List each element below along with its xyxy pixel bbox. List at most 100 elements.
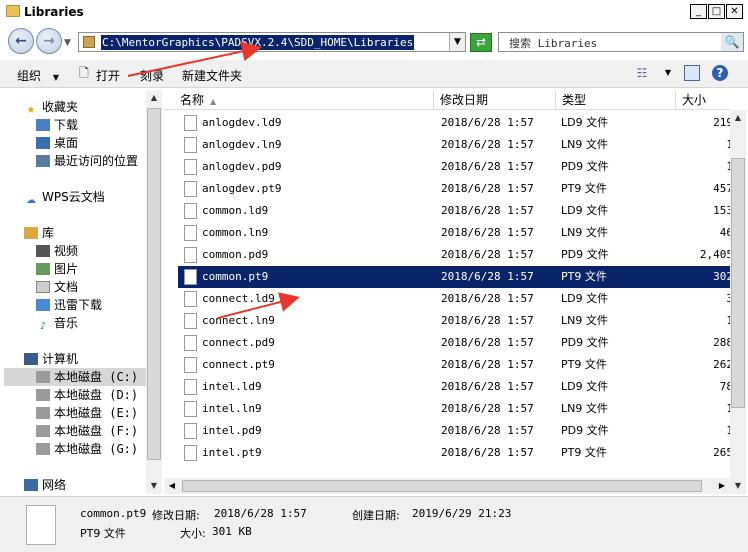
burn-button[interactable]: 刻录 <box>140 67 164 84</box>
file-type: PD9 文件 <box>561 336 609 349</box>
nav-drive-e[interactable]: 本地磁盘 (E:) <box>36 404 146 422</box>
nav-videos[interactable]: 视频 <box>36 242 146 260</box>
forward-button[interactable]: → <box>36 28 62 54</box>
file-type: LN9 文件 <box>561 138 608 151</box>
file-type: LD9 文件 <box>561 204 609 217</box>
search-input[interactable]: 搜索 Libraries 🔍 <box>498 32 744 52</box>
file-icon <box>184 247 197 263</box>
scroll-down-icon[interactable]: ▼ <box>730 478 746 494</box>
minimize-button[interactable]: _ <box>690 4 707 19</box>
column-name[interactable]: 名称 ▲ <box>174 90 434 110</box>
address-field[interactable]: C:\MentorGraphics\PADSVX.2.4\SDD_HOME\Li… <box>78 32 466 52</box>
nav-desktop[interactable]: 桌面 <box>36 134 146 152</box>
file-row[interactable]: intel.ld9 2018/6/28 1:57 LD9 文件 78 <box>178 376 730 398</box>
open-file-icon: 🗋 <box>79 66 89 80</box>
details-size-label: 大小: <box>180 527 206 540</box>
nav-music[interactable]: ♪ 音乐 <box>36 314 146 332</box>
nav-computer[interactable]: 计算机 <box>24 350 146 368</box>
file-date: 2018/6/28 1:57 <box>441 160 534 173</box>
nav-label: 最近访问的位置 <box>54 154 139 168</box>
column-size[interactable]: 大小 <box>676 90 730 110</box>
file-icon <box>184 313 197 329</box>
file-row[interactable]: common.ln9 2018/6/28 1:57 LN9 文件 46 <box>178 222 730 244</box>
file-list-hscrollbar[interactable]: ◀ ▶ <box>164 478 730 494</box>
file-row[interactable]: anlogdev.pt9 2018/6/28 1:57 PT9 文件 457 <box>178 178 730 200</box>
file-name: anlogdev.pt9 <box>202 182 282 195</box>
open-button[interactable]: 打开 <box>96 67 120 84</box>
file-row[interactable]: common.pt9 2018/6/28 1:57 PT9 文件 302 <box>178 266 730 288</box>
file-type: LN9 文件 <box>561 314 608 327</box>
maximize-button[interactable]: □ <box>708 4 725 19</box>
file-row[interactable]: connect.pt9 2018/6/28 1:57 PT9 文件 262 <box>178 354 730 376</box>
file-list-scrollbar[interactable]: ▲ ▼ <box>730 110 746 494</box>
nav-pictures[interactable]: 图片 <box>36 260 146 278</box>
nav-scroll-thumb[interactable] <box>147 108 161 460</box>
scroll-right-icon[interactable]: ▶ <box>714 478 730 494</box>
sort-ascending-icon: ▲ <box>210 97 217 106</box>
file-row[interactable]: connect.ln9 2018/6/28 1:57 LN9 文件 1 <box>178 310 730 332</box>
nav-recent[interactable]: 最近访问的位置 <box>36 152 146 170</box>
nav-scrollbar[interactable]: ▲ ▼ <box>146 90 162 494</box>
nav-drive-d[interactable]: 本地磁盘 (D:) <box>36 386 146 404</box>
file-type: LD9 文件 <box>561 292 609 305</box>
file-row[interactable]: intel.ln9 2018/6/28 1:57 LN9 文件 1 <box>178 398 730 420</box>
address-dropdown-button[interactable]: ▼ <box>449 33 465 51</box>
nav-drive-g[interactable]: 本地磁盘 (G:) <box>36 440 146 458</box>
nav-libraries[interactable]: 库 <box>24 224 146 242</box>
new-folder-button[interactable]: 新建文件夹 <box>182 67 242 84</box>
refresh-button[interactable]: ⇄ <box>470 33 492 52</box>
scroll-down-icon[interactable]: ▼ <box>146 478 162 494</box>
column-type[interactable]: 类型 <box>556 90 676 110</box>
file-row[interactable]: common.ld9 2018/6/28 1:57 LD9 文件 153 <box>178 200 730 222</box>
file-row[interactable]: intel.pt9 2018/6/28 1:57 PT9 文件 265 <box>178 442 730 464</box>
view-options-icon[interactable]: ☷ <box>634 65 650 81</box>
file-date: 2018/6/28 1:57 <box>441 116 534 129</box>
search-placeholder: 搜索 Libraries <box>509 37 598 50</box>
file-row[interactable]: connect.ld9 2018/6/28 1:57 LD9 文件 3 <box>178 288 730 310</box>
scroll-up-icon[interactable]: ▲ <box>730 110 746 126</box>
file-name: connect.pt9 <box>202 358 275 371</box>
file-row[interactable]: anlogdev.ld9 2018/6/28 1:57 LD9 文件 219 <box>178 112 730 134</box>
column-date[interactable]: 修改日期 <box>434 90 556 110</box>
file-date: 2018/6/28 1:57 <box>441 358 534 371</box>
file-date: 2018/6/28 1:57 <box>441 402 534 415</box>
file-name: intel.ln9 <box>202 402 262 415</box>
file-row[interactable]: intel.pd9 2018/6/28 1:57 PD9 文件 1 <box>178 420 730 442</box>
nav-network[interactable]: 网络 <box>24 476 146 494</box>
file-row[interactable]: common.pd9 2018/6/28 1:57 PD9 文件 2,405 <box>178 244 730 266</box>
nav-downloads[interactable]: 下载 <box>36 116 146 134</box>
nav-xunlei[interactable]: 迅雷下载 <box>36 296 146 314</box>
hscroll-thumb[interactable] <box>182 480 702 492</box>
help-icon[interactable]: ? <box>712 65 728 81</box>
file-row[interactable]: anlogdev.pd9 2018/6/28 1:57 PD9 文件 1 <box>178 156 730 178</box>
file-type: PD9 文件 <box>561 160 609 173</box>
file-icon <box>184 159 197 175</box>
search-icon[interactable]: 🔍 <box>721 33 743 51</box>
back-button[interactable]: ← <box>8 28 34 54</box>
organize-label: 组织 <box>17 69 42 83</box>
organize-button[interactable]: 组织 ▼ <box>17 67 59 84</box>
file-size: 302 <box>713 270 730 283</box>
details-type: PT9 文件 <box>80 527 126 540</box>
preview-pane-icon[interactable] <box>684 65 700 81</box>
history-dropdown-icon[interactable]: ▼ <box>64 38 71 48</box>
view-dropdown-icon[interactable]: ▼ <box>660 65 676 81</box>
nav-label: 图片 <box>54 262 79 276</box>
scroll-up-icon[interactable]: ▲ <box>146 90 162 106</box>
nav-drive-f[interactable]: 本地磁盘 (F:) <box>36 422 146 440</box>
file-row[interactable]: connect.pd9 2018/6/28 1:57 PD9 文件 288 <box>178 332 730 354</box>
file-row[interactable]: anlogdev.ln9 2018/6/28 1:57 LN9 文件 1 <box>178 134 730 156</box>
file-name: intel.pd9 <box>202 424 262 437</box>
nav-documents[interactable]: 文档 <box>36 278 146 296</box>
scroll-left-icon[interactable]: ◀ <box>164 478 180 494</box>
file-type: LN9 文件 <box>561 226 608 239</box>
nav-favorites[interactable]: ★ 收藏夹 <box>24 98 146 116</box>
file-name: intel.pt9 <box>202 446 262 459</box>
close-button[interactable]: ✕ <box>726 4 743 19</box>
address-path[interactable]: C:\MentorGraphics\PADSVX.2.4\SDD_HOME\Li… <box>101 35 415 50</box>
file-size: 78 <box>719 380 730 393</box>
nav-wps-cloud[interactable]: ☁ WPS云文档 <box>24 188 146 206</box>
file-date: 2018/6/28 1:57 <box>441 314 534 327</box>
file-list-scroll-thumb[interactable] <box>731 158 745 408</box>
nav-drive-c[interactable]: 本地磁盘 (C:) <box>4 368 146 386</box>
